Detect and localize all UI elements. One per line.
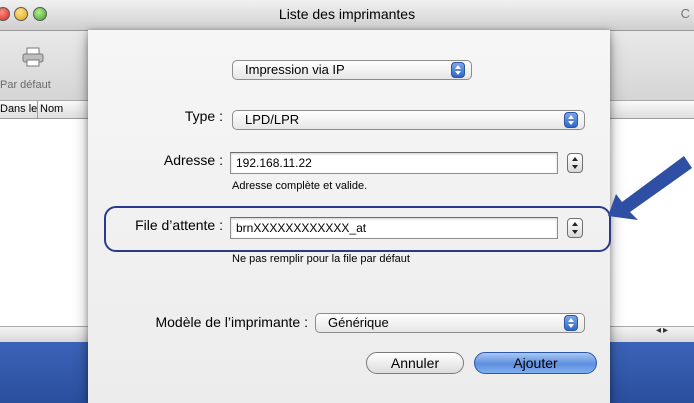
column-in-menu[interactable]: Dans le <box>0 103 37 115</box>
cancel-button[interactable]: Annuler <box>366 352 464 374</box>
default-button-label[interactable]: Par défaut <box>0 79 51 91</box>
horizontal-scrollbar-end[interactable] <box>610 326 694 343</box>
column-separator <box>37 101 38 118</box>
queue-field[interactable]: brnXXXXXXXXXXXX_at <box>230 217 558 239</box>
model-popup[interactable]: Générique <box>315 313 585 333</box>
column-name[interactable]: Nom <box>40 103 63 115</box>
queue-history-stepper[interactable] <box>567 218 583 238</box>
callout-arrow-icon <box>608 156 692 220</box>
type-popup-value: LPD/LPR <box>245 112 300 127</box>
horizontal-scrollbar[interactable] <box>0 326 88 343</box>
protocol-popup[interactable]: Impression via IP <box>232 60 472 80</box>
address-label: Adresse : <box>163 152 223 168</box>
popup-arrows-icon <box>564 315 578 331</box>
queue-hint: Ne pas remplir pour la file par défaut <box>232 253 410 265</box>
model-label: Modèle de l’imprimante : <box>155 314 308 330</box>
toolbar-toggle-glyph[interactable]: C <box>681 6 690 21</box>
protocol-popup-value: Impression via IP <box>245 62 345 77</box>
window-title: Liste des imprimantes <box>278 6 416 22</box>
printer-icon[interactable] <box>22 47 44 67</box>
address-field[interactable]: 192.168.11.22 <box>230 152 558 174</box>
type-label: Type : <box>184 108 223 124</box>
scroll-arrows-icon[interactable]: ◂▸ <box>656 325 670 336</box>
address-history-stepper[interactable] <box>567 153 583 173</box>
queue-label: File d’attente : <box>135 217 223 233</box>
address-hint: Adresse complète et valide. <box>232 180 368 192</box>
popup-arrows-icon <box>564 112 578 128</box>
add-button[interactable]: Ajouter <box>474 352 597 374</box>
type-popup[interactable]: LPD/LPR <box>232 110 585 130</box>
popup-arrows-icon <box>451 62 465 78</box>
model-popup-value: Générique <box>328 315 389 330</box>
